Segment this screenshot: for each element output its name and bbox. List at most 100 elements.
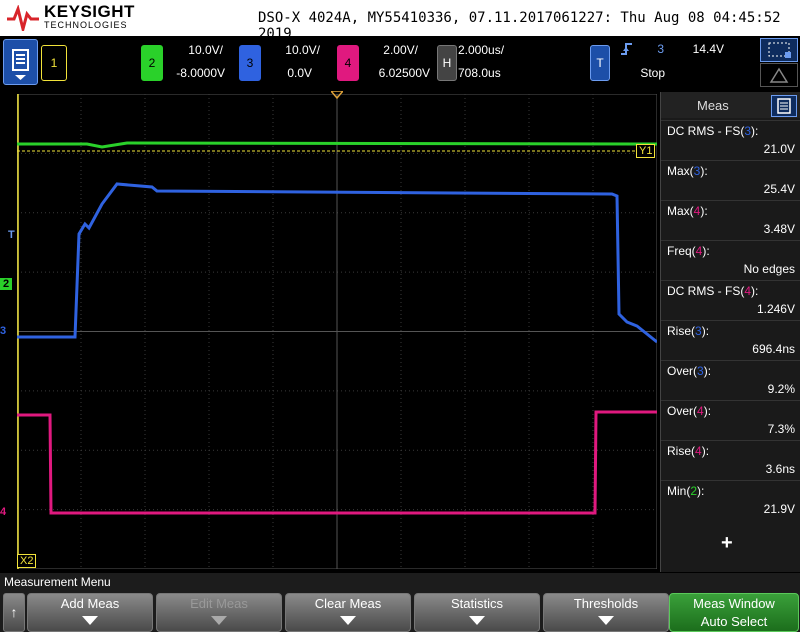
trigger-source: 3 (657, 42, 664, 56)
measurement-label: Min(2): (667, 484, 705, 498)
brand-sub: TECHNOLOGIES (44, 20, 128, 30)
trigger-position-marker (331, 91, 343, 99)
measurement-channel: 3 (697, 364, 704, 378)
down-arrow-icon (82, 616, 98, 625)
ch2-scale: 10.0V/ (188, 43, 223, 57)
waveform-display[interactable] (17, 94, 657, 569)
trigger-level: 14.4V (692, 42, 724, 56)
measurement-item[interactable]: Freq(4): No edges (661, 240, 800, 281)
measurement-item[interactable]: Over(3): 9.2% (661, 360, 800, 401)
measurement-item[interactable]: Rise(3): 696.4ns (661, 320, 800, 361)
measurement-channel: 4 (697, 404, 704, 418)
softkey-edit-meas: Edit Meas (156, 593, 282, 632)
menu-title: Measurement Menu (4, 575, 111, 589)
ch1-label: 1 (50, 56, 58, 70)
selection-box-icon (768, 42, 791, 58)
measurement-panel-title: Meas (697, 98, 729, 113)
back-button[interactable]: ↑ (3, 593, 25, 632)
softkey-label: Add Meas (60, 596, 120, 611)
trigger-button[interactable]: T (590, 45, 610, 81)
meas-window-softkey[interactable]: Meas Window Auto Select (669, 593, 799, 632)
ch3-scale: 10.0V/ (285, 43, 320, 57)
measurement-label: Rise(4): (667, 444, 710, 458)
zoom-triangle-icon (769, 67, 789, 83)
measurement-channel: 3 (695, 324, 702, 338)
measurement-label: Over(4): (667, 404, 712, 418)
run-state: Stop (640, 66, 665, 80)
horizontal-button[interactable]: H (437, 45, 457, 81)
meas-window-line2: Auto Select (700, 614, 768, 629)
channel-bar: 1 2 10.0V/ -8.0000V 3 10.0V/ 0.0V 4 2.00… (0, 36, 800, 90)
measurement-label: Max(3): (667, 164, 708, 178)
measurement-label: Max(4): (667, 204, 708, 218)
down-arrow-icon (211, 616, 227, 625)
list-icon (777, 98, 791, 114)
measurement-panel-header: Meas (661, 92, 800, 118)
ch3-button[interactable]: 3 (239, 45, 261, 81)
trigger-level-marker[interactable]: T (8, 229, 15, 241)
softkey-thresholds[interactable]: Thresholds (543, 593, 669, 632)
ch1-button[interactable]: 1 (41, 45, 67, 81)
horizontal-delay: 708.0us (458, 66, 501, 80)
ch4-ground-marker[interactable]: 4 (0, 506, 6, 518)
ch2-button[interactable]: 2 (141, 45, 163, 81)
cursor-mode-button[interactable] (760, 38, 798, 62)
softkey-label: Thresholds (573, 596, 639, 611)
softkey-statistics[interactable]: Statistics (414, 593, 540, 632)
measurement-item[interactable]: Max(3): 25.4V (661, 160, 800, 201)
measurement-item[interactable]: DC RMS - FS(3): 21.0V (661, 120, 800, 161)
add-measurement-button[interactable]: + (721, 532, 733, 555)
ch2-offset: -8.0000V (176, 66, 225, 80)
measurement-value: 3.6ns (765, 462, 795, 476)
measurement-channel: 3 (744, 124, 752, 138)
rising-edge-icon (621, 43, 632, 55)
horizontal-label: H (442, 56, 452, 70)
main-menu-button[interactable] (3, 39, 38, 85)
measurement-value: 3.48V (763, 222, 795, 236)
measurement-item[interactable]: DC RMS - FS(4): 1.246V (661, 280, 800, 321)
measurement-label: Over(3): (667, 364, 712, 378)
measurement-value: 7.3% (767, 422, 795, 436)
softkey-label: Edit Meas (190, 596, 248, 611)
softkey-label: Statistics (450, 596, 503, 611)
measurement-item[interactable]: Min(2): 21.9V (661, 480, 800, 521)
measurement-value: No edges (743, 262, 795, 276)
x2-cursor-label[interactable]: X2 (17, 554, 37, 568)
measurement-label: Freq(4): (667, 244, 710, 258)
softkey-label: Clear Meas (314, 596, 382, 611)
measurement-item[interactable]: Rise(4): 3.6ns (661, 440, 800, 481)
measurement-channel: 4 (695, 444, 702, 458)
ch4-offset: 6.02500V (378, 66, 430, 80)
measurement-label: DC RMS - FS(3): (667, 124, 759, 138)
ch3-label: 3 (246, 56, 254, 70)
ch2-ground-marker[interactable]: 2 (0, 278, 13, 290)
measurement-value: 21.9V (763, 502, 795, 516)
zoom-mode-button[interactable] (760, 63, 798, 87)
measurement-value: 1.246V (756, 302, 795, 316)
up-arrow-icon: ↑ (10, 604, 18, 620)
ch4-label: 4 (344, 56, 352, 70)
measurement-label: Rise(3): (667, 324, 710, 338)
ch3-offset: 0.0V (287, 66, 312, 80)
measurement-item[interactable]: Max(4): 3.48V (661, 200, 800, 241)
softkey-clear-meas[interactable]: Clear Meas (285, 593, 411, 632)
measurement-channel: 4 (744, 284, 752, 298)
y1-cursor-label[interactable]: Y1 (636, 144, 656, 158)
softkey-add-meas[interactable]: Add Meas (27, 593, 153, 632)
ch2-label: 2 (148, 56, 156, 70)
measurement-panel: Meas DC RMS - FS(3): 21.0V Max(3): 25.4V Max… (660, 92, 800, 572)
measurement-item[interactable]: Over(4): 7.3% (661, 400, 800, 441)
ch4-button[interactable]: 4 (337, 45, 359, 81)
graticule (17, 94, 657, 569)
measurement-value: 21.0V (763, 142, 795, 156)
brand-name: KEYSIGHT (44, 2, 135, 21)
horizontal-scale: 2.000us/ (458, 43, 505, 57)
measurement-label: DC RMS - FS(4): (667, 284, 759, 298)
meas-window-line1: Meas Window (693, 596, 775, 611)
keysight-logo-icon (7, 5, 39, 31)
down-arrow-icon (598, 616, 614, 625)
panel-menu-button[interactable] (771, 95, 797, 117)
down-arrow-icon (340, 616, 356, 625)
ch3-ground-marker[interactable]: 3 (0, 325, 6, 337)
measurement-value: 696.4ns (752, 342, 795, 356)
